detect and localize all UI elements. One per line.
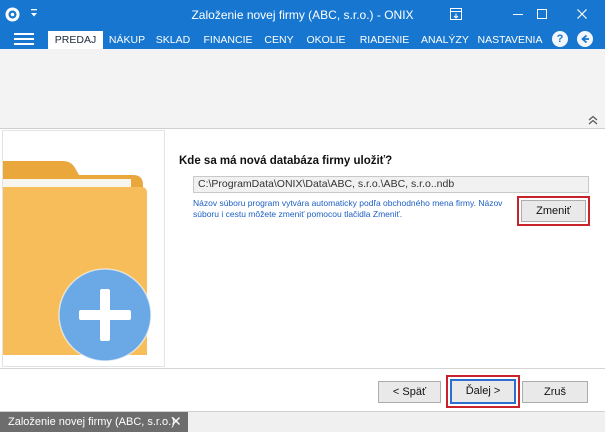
tab-financie[interactable]: FINANCIE	[201, 31, 255, 49]
tab-predaj[interactable]: PREDAJ	[48, 31, 103, 49]
ribbon-display-icon[interactable]	[433, 0, 479, 29]
hamburger-menu-icon[interactable]	[14, 33, 34, 47]
database-path-field[interactable]: C:\ProgramData\ONIX\Data\ABC, s.r.o.\ABC…	[193, 176, 589, 193]
wizard-illustration-panel	[2, 130, 165, 367]
new-company-wizard: Kde sa má nová databáza firmy uložiť? C:…	[0, 129, 605, 411]
cancel-button[interactable]: Zruš	[522, 381, 588, 403]
document-tab-bar: Založenie novej firmy (ABC, s.r.o.)	[0, 411, 605, 432]
document-tab[interactable]: Založenie novej firmy (ABC, s.r.o.)	[0, 412, 188, 432]
menu-bar: PREDAJ NÁKUP SKLAD FINANCIE CENY OKOLIE …	[0, 29, 605, 49]
wizard-hint-text: Názov súboru program vytvára automaticky…	[193, 198, 503, 219]
tab-okolie[interactable]: OKOLIE	[304, 31, 348, 49]
tab-analyzy[interactable]: ANALÝZY	[421, 31, 469, 49]
ribbon-area	[0, 49, 605, 129]
tab-sklad[interactable]: SKLAD	[155, 31, 191, 49]
title-bar: Založenie novej firmy (ABC, s.r.o.) - ON…	[0, 0, 605, 29]
collapse-ribbon-icon[interactable]	[587, 115, 599, 125]
tab-ceny[interactable]: CENY	[264, 31, 294, 49]
close-icon[interactable]	[559, 0, 605, 29]
help-icon[interactable]: ?	[552, 31, 568, 47]
back-button[interactable]: < Späť	[378, 381, 441, 403]
new-folder-icon	[3, 161, 152, 362]
document-tab-label: Založenie novej firmy (ABC, s.r.o.)	[8, 416, 175, 428]
tab-riadenie[interactable]: RIADENIE	[357, 31, 412, 49]
close-tab-icon[interactable]	[171, 416, 181, 426]
back-navigation-icon[interactable]	[577, 31, 593, 47]
wizard-question: Kde sa má nová databáza firmy uložiť?	[179, 155, 393, 167]
change-button[interactable]: Zmeniť	[521, 200, 586, 222]
tab-nastavenia[interactable]: NASTAVENIA	[477, 31, 543, 49]
tab-nakup[interactable]: NÁKUP	[107, 31, 147, 49]
next-button[interactable]: Ďalej >	[450, 379, 516, 404]
